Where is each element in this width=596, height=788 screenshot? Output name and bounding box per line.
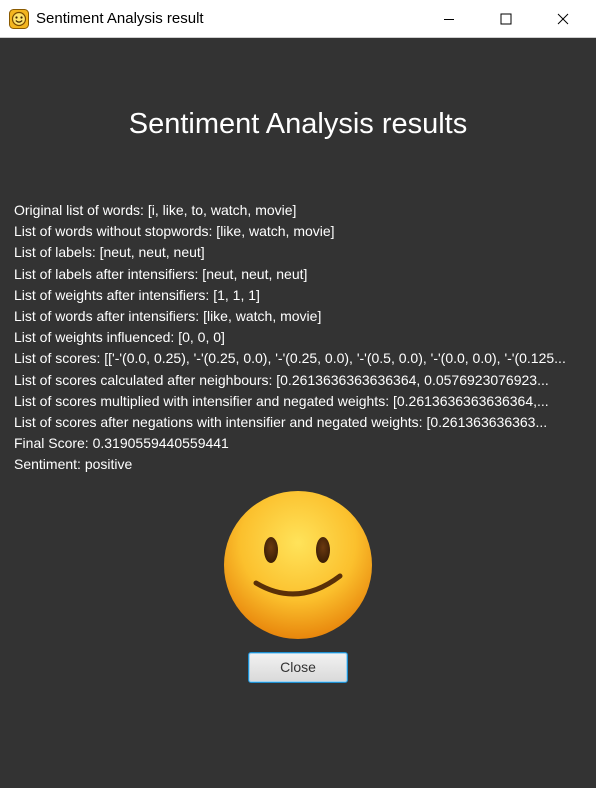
close-window-button[interactable] (540, 0, 586, 37)
labels-line: List of labels: [neut, neut, neut] (14, 244, 205, 261)
words-after-intensifiers-line: List of words after intensifiers: [like,… (14, 307, 322, 324)
close-button[interactable]: Close (248, 652, 348, 683)
scores-after-negations-line: List of scores after negations with inte… (14, 413, 548, 430)
maximize-icon (500, 13, 512, 24)
minimize-icon (444, 18, 454, 20)
maximize-button[interactable] (483, 0, 529, 37)
scores-line: List of scores: [['-'(0.0, 0.25), '-'(0.… (14, 350, 566, 367)
weights-after-intensifiers-line: List of weights after intensifiers: [1, … (14, 286, 260, 303)
close-icon (557, 13, 569, 24)
smiling-face-icon (224, 491, 372, 639)
scores-multiplied-line: List of scores multiplied with intensifi… (14, 392, 549, 409)
labels-after-intensifiers-line: List of labels after intensifiers: [neut… (14, 265, 308, 282)
words-without-stopwords-line: List of words without stopwords: [like, … (14, 223, 335, 240)
final-score-line: Final Score: 0.3190559440559441 (14, 435, 229, 452)
page-title: Sentiment Analysis results (128, 108, 468, 140)
minimize-button[interactable] (426, 0, 472, 37)
weights-influenced-line: List of weights influenced: [0, 0, 0] (14, 329, 225, 346)
app-icon (9, 9, 29, 29)
results-list: Original list of words: [i, like, to, wa… (14, 200, 582, 475)
sentiment-line: Sentiment: positive (14, 456, 133, 473)
title-bar: Sentiment Analysis result (0, 0, 596, 38)
scores-after-neighbours-line: List of scores calculated after neighbou… (14, 371, 549, 388)
original-words-line: Original list of words: [i, like, to, wa… (14, 202, 297, 218)
window-title: Sentiment Analysis result (36, 10, 204, 27)
